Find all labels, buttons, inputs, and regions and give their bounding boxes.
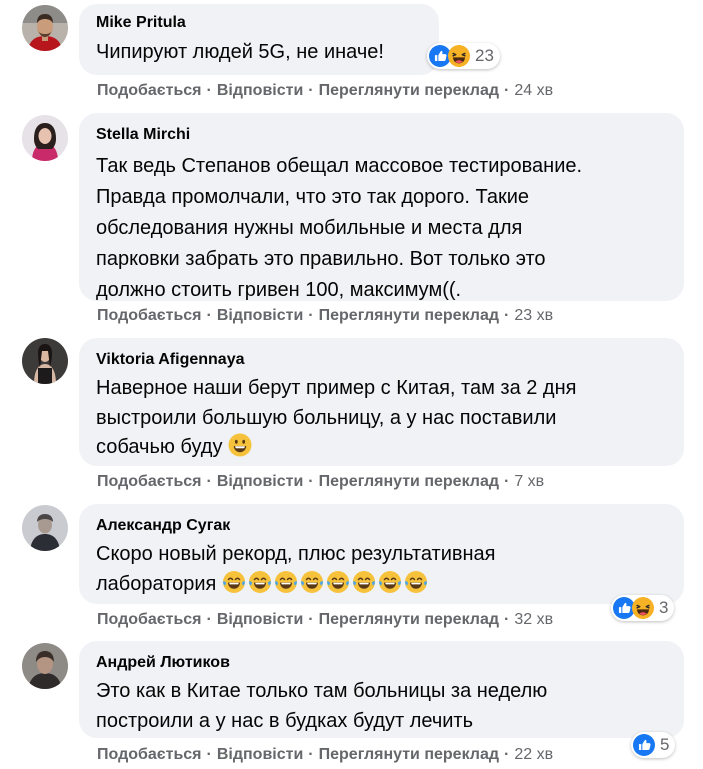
tears-of-joy-emoji-icon xyxy=(404,570,428,594)
like-link[interactable]: Подобається xyxy=(97,746,202,763)
avatar[interactable] xyxy=(22,505,68,551)
comment-actions: Подобається · Відповісти · Переглянути перек… xyxy=(97,81,553,101)
tears-of-joy-emoji-icon xyxy=(248,570,272,594)
separator: · xyxy=(206,611,212,628)
separator: · xyxy=(308,307,314,324)
comment-actions: Подобається · Відповісти · Переглянути перек… xyxy=(97,610,553,630)
comment-bubble: Александр Сугак Скоро новый рекорд, плюс… xyxy=(79,504,684,604)
reply-link[interactable]: Відповісти xyxy=(217,82,303,99)
timestamp[interactable]: 23 хв xyxy=(514,307,553,324)
like-link[interactable]: Подобається xyxy=(97,82,202,99)
comment-actions: Подобається · Відповісти · Переглянути перек… xyxy=(97,306,553,326)
separator: · xyxy=(504,307,510,324)
timestamp[interactable]: 24 хв xyxy=(514,82,553,99)
see-translation-link[interactable]: Переглянути переклад xyxy=(319,746,499,763)
timestamp[interactable]: 7 хв xyxy=(514,473,544,490)
comment-text-line: собачью буду xyxy=(96,433,667,463)
like-link[interactable]: Подобається xyxy=(97,611,202,628)
comment-actions: Подобається · Відповісти · Переглянути перек… xyxy=(97,472,544,492)
grinning-emoji-icon xyxy=(228,433,252,457)
comment-bubble: Viktoria Afigennaya Наверное наши берут … xyxy=(79,338,684,466)
reaction-count: 3 xyxy=(659,598,669,617)
separator: · xyxy=(504,746,510,763)
comment-author[interactable]: Александр Сугак xyxy=(96,515,667,537)
haha-icon xyxy=(448,45,470,67)
separator: · xyxy=(308,82,314,99)
tears-of-joy-emoji-icon xyxy=(378,570,402,594)
reaction-summary[interactable]: 23 xyxy=(427,43,500,69)
comment-text-line: лаборатория xyxy=(96,570,667,600)
reply-link[interactable]: Відповісти xyxy=(217,473,303,490)
avatar[interactable] xyxy=(22,5,68,51)
avatar[interactable] xyxy=(22,338,68,384)
comment-bubble: Stella Mirchi Так ведь Степанов обещал м… xyxy=(79,113,684,301)
separator: · xyxy=(206,473,212,490)
comment-text: Наверное наши берут пример с Китая, там … xyxy=(96,374,667,463)
comment-text-line: Наверное наши берут пример с Китая, там … xyxy=(96,377,577,399)
see-translation-link[interactable]: Переглянути переклад xyxy=(319,307,499,324)
like-link[interactable]: Подобається xyxy=(97,307,202,324)
comment-bubble: Андрей Лютиков Это как в Китае только та… xyxy=(79,641,684,738)
separator: · xyxy=(206,82,212,99)
see-translation-link[interactable]: Переглянути переклад xyxy=(319,611,499,628)
separator: · xyxy=(504,82,510,99)
separator: · xyxy=(308,473,314,490)
reply-link[interactable]: Відповісти xyxy=(217,746,303,763)
reaction-summary[interactable]: 5 xyxy=(631,732,676,758)
separator: · xyxy=(206,746,212,763)
see-translation-link[interactable]: Переглянути переклад xyxy=(319,82,499,99)
avatar[interactable] xyxy=(22,115,68,161)
like-link[interactable]: Подобається xyxy=(97,473,202,490)
comment-author[interactable]: Андрей Лютиков xyxy=(96,652,667,674)
tears-of-joy-emoji-icon xyxy=(326,570,350,594)
like-icon xyxy=(633,734,655,756)
reaction-count: 5 xyxy=(660,735,670,754)
separator: · xyxy=(308,611,314,628)
comment-text-fragment: лаборатория xyxy=(96,572,217,595)
comment-bubble: Mike Pritula Чипируют людей 5G, не иначе… xyxy=(79,4,439,75)
comment-text: Чипируют людей 5G, не иначе! xyxy=(96,41,384,63)
haha-icon xyxy=(632,597,654,619)
tears-of-joy-emoji-icon xyxy=(352,570,376,594)
comment-author[interactable]: Mike Pritula xyxy=(96,12,422,34)
comment-thread: Mike Pritula Чипируют людей 5G, не иначе… xyxy=(0,0,703,769)
comment-text: Так ведь Степанов обещал массовое тестир… xyxy=(96,155,583,301)
comment-text-line: выстроили большую больницу, а у нас пост… xyxy=(96,406,557,429)
reaction-summary[interactable]: 3 xyxy=(611,595,675,621)
comment-actions: Подобається · Відповісти · Переглянути перек… xyxy=(97,745,553,765)
comment-author[interactable]: Stella Mirchi xyxy=(96,124,667,146)
reply-link[interactable]: Відповісти xyxy=(217,307,303,324)
avatar[interactable] xyxy=(22,643,68,689)
comment-text-fragment: собачью буду xyxy=(96,436,223,458)
comment-author[interactable]: Viktoria Afigennaya xyxy=(96,349,667,371)
separator: · xyxy=(206,307,212,324)
timestamp[interactable]: 32 хв xyxy=(514,611,553,628)
comment-text: Это как в Китае только там больницы за н… xyxy=(96,680,548,732)
tears-of-joy-emoji-icon xyxy=(274,570,298,594)
reaction-count: 23 xyxy=(475,46,494,65)
separator: · xyxy=(308,746,314,763)
comment-text-line: Скоро новый рекорд, плюс результативная xyxy=(96,543,496,565)
separator: · xyxy=(504,611,510,628)
reply-link[interactable]: Відповісти xyxy=(217,611,303,628)
see-translation-link[interactable]: Переглянути переклад xyxy=(319,473,499,490)
tears-of-joy-emoji-icon xyxy=(300,570,324,594)
emoji-row xyxy=(222,573,430,595)
timestamp[interactable]: 22 хв xyxy=(514,746,553,763)
comment-text: Скоро новый рекорд, плюс результативная … xyxy=(96,540,667,599)
tears-of-joy-emoji-icon xyxy=(222,570,246,594)
separator: · xyxy=(504,473,510,490)
